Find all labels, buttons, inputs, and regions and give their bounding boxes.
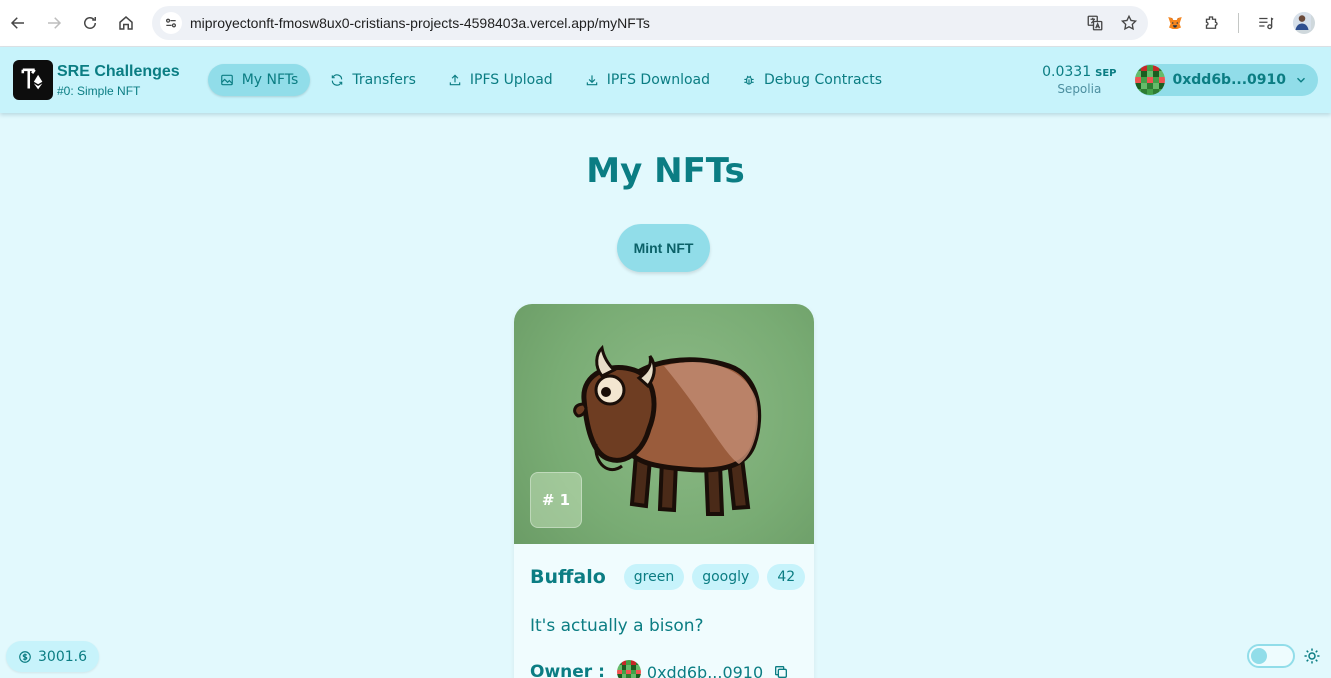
site-info-icon[interactable] <box>160 12 182 34</box>
eth-price: 3001.6 <box>38 648 87 665</box>
blockie-avatar <box>1134 65 1165 95</box>
nft-description: It's actually a bison? <box>530 616 704 636</box>
owner-address: 0xdd6b...0910 <box>646 662 764 678</box>
download-icon <box>586 75 597 86</box>
home-button[interactable] <box>108 5 144 41</box>
brand-title: SRE Challenges <box>57 62 180 80</box>
nav-label: Transfers <box>352 72 416 88</box>
dollar-icon <box>19 650 31 663</box>
reload-button[interactable] <box>72 5 108 41</box>
toolbar-divider <box>1238 13 1239 33</box>
nft-image: # 1 <box>514 304 814 544</box>
url-text[interactable]: miproyectonft-fmosw8ux0-cristians-projec… <box>190 15 1086 31</box>
nav-ipfs-upload[interactable]: IPFS Upload <box>436 64 565 96</box>
star-icon[interactable] <box>1120 14 1138 32</box>
nav-label: IPFS Upload <box>469 72 553 88</box>
wallet-balance: 0.0331 SEP Sepolia <box>1042 64 1116 96</box>
nav-ipfs-download[interactable]: IPFS Download <box>573 64 722 96</box>
nav-label: Debug Contracts <box>764 72 883 88</box>
nft-card: # 1 Buffalo green googly 42 It's actuall… <box>514 304 814 678</box>
media-control-icon[interactable] <box>1257 14 1275 32</box>
nav-transfers[interactable]: Transfers <box>318 64 428 96</box>
bug-icon <box>744 75 754 85</box>
nav-label: My NFTs <box>241 72 299 88</box>
eth-price-badge: 3001.6 <box>6 641 99 672</box>
chevron-down-icon <box>1297 77 1305 83</box>
balance-value: 0.0331 <box>1042 64 1092 80</box>
mint-nft-button[interactable]: Mint NFT <box>617 224 710 272</box>
network-name: Sepolia <box>1057 82 1102 96</box>
logo-icon <box>21 68 43 90</box>
home-icon <box>119 16 133 30</box>
arrow-left-icon <box>10 17 24 29</box>
refresh-icon <box>332 74 343 86</box>
upload-icon <box>449 74 461 86</box>
copy-icon[interactable] <box>773 664 789 678</box>
nav-my-nfts[interactable]: My NFTs <box>207 64 311 96</box>
owner-label: Owner : <box>530 662 605 678</box>
arrow-right-icon <box>48 17 62 29</box>
nav-debug-contracts[interactable]: Debug Contracts <box>730 64 894 96</box>
owner-blockie-avatar <box>616 660 641 678</box>
image-icon <box>220 74 233 86</box>
address-bar[interactable]: miproyectonft-fmosw8ux0-cristians-projec… <box>152 6 1148 40</box>
balance-unit: SEP <box>1095 68 1117 79</box>
attribute-chip: googly <box>692 564 760 590</box>
brand-subtitle: #0: Simple NFT <box>57 83 141 98</box>
token-id-badge: # 1 <box>530 472 582 528</box>
attribute-chip: 42 <box>767 564 806 590</box>
reload-icon <box>84 17 96 29</box>
nft-name: Buffalo <box>530 566 606 588</box>
page-title: My NFTs <box>586 151 745 191</box>
metamask-fox-icon[interactable] <box>1166 14 1184 32</box>
browser-toolbar: miproyectonft-fmosw8ux0-cristians-projec… <box>0 0 1331 47</box>
attribute-chip: green <box>623 564 685 590</box>
profile-avatar[interactable] <box>1293 12 1315 34</box>
owner-row: Owner : 0xdd6b...0910 <box>530 660 798 678</box>
main-nav: My NFTs Transfers IPFS Upload IPFS Downl… <box>207 64 894 96</box>
nav-label: IPFS Download <box>606 72 711 88</box>
translate-icon[interactable] <box>1086 14 1104 32</box>
account-address: 0xdd6b...0910 <box>1172 72 1287 88</box>
theme-switcher <box>1247 644 1321 668</box>
sun-icon <box>1304 648 1320 664</box>
brand: SRE Challenges #0: Simple NFT <box>57 63 180 98</box>
scaffold-logo[interactable] <box>13 60 53 100</box>
forward-button[interactable] <box>36 5 72 41</box>
theme-toggle[interactable] <box>1247 644 1295 668</box>
account-dropdown-button[interactable]: 0xdd6b...0910 <box>1134 64 1318 96</box>
back-button[interactable] <box>0 5 36 41</box>
app-header: SRE Challenges #0: Simple NFT My NFTs Tr… <box>0 47 1331 113</box>
extensions-puzzle-icon[interactable] <box>1202 14 1220 32</box>
main-content: My NFTs Mint NFT # 1 Buffalo green googl… <box>0 113 1331 678</box>
